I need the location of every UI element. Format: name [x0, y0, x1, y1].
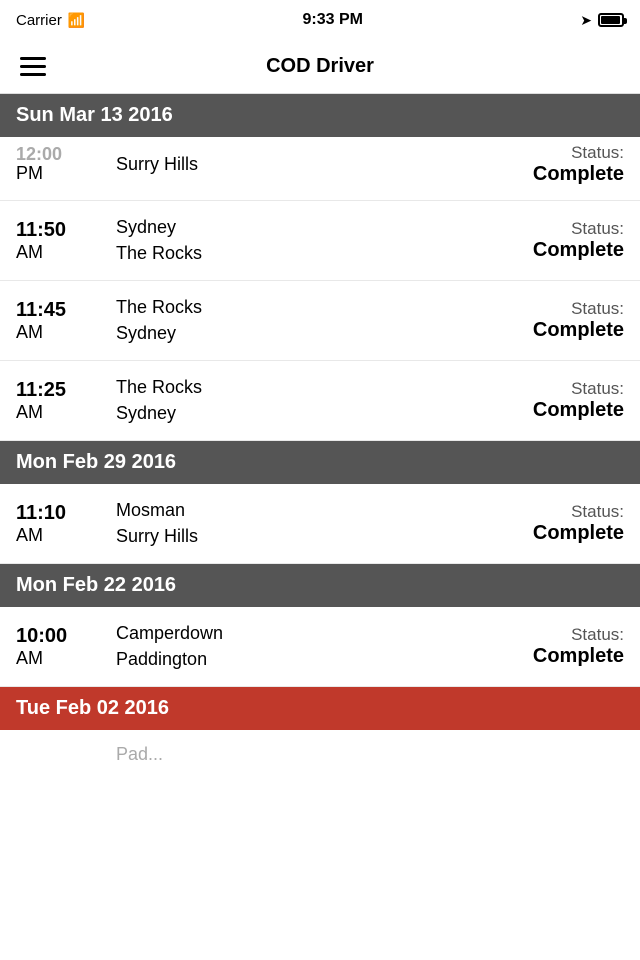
- trip-route-bottom-partial: Pad...: [106, 744, 624, 765]
- hamburger-line-3: [20, 73, 46, 76]
- battery-icon: [598, 13, 624, 27]
- time-ampm-1145: AM: [16, 322, 106, 343]
- status-label-1110: Status:: [533, 502, 624, 522]
- status-label-1150: Status:: [533, 219, 624, 239]
- status-bar-left: Carrier 📶: [16, 12, 85, 29]
- status-value-1110: Complete: [533, 522, 624, 545]
- status-label-1000: Status:: [533, 625, 624, 645]
- time-ampm-partial: PM: [16, 163, 106, 184]
- trip-row-1125[interactable]: 11:25 AM The Rocks Sydney Status: Comple…: [0, 361, 640, 441]
- trip-row-1110[interactable]: 11:10 AM Mosman Surry Hills Status: Comp…: [0, 484, 640, 564]
- trip-destination-partial: Surry Hills: [116, 152, 523, 177]
- trip-status-partial: Status: Complete: [533, 143, 624, 186]
- time-main-1110: 11:10: [16, 502, 106, 525]
- trip-status-1150: Status: Complete: [533, 219, 624, 262]
- time-ampm-1000: AM: [16, 648, 106, 669]
- time-ampm-1150: AM: [16, 242, 106, 263]
- trip-to-1150: The Rocks: [116, 241, 523, 266]
- trip-partial-time: 12:00 PM: [16, 145, 106, 184]
- status-label-partial: Status:: [533, 143, 624, 163]
- time-main-1145: 11:45: [16, 299, 106, 322]
- hamburger-line-2: [20, 65, 46, 68]
- trip-to-1110: Surry Hills: [116, 524, 523, 549]
- trip-time-1125: 11:25 AM: [16, 379, 106, 423]
- status-label-1145: Status:: [533, 299, 624, 319]
- trip-row-1000[interactable]: 10:00 AM Camperdown Paddington Status: C…: [0, 607, 640, 687]
- hamburger-line-1: [20, 57, 46, 60]
- trip-row-1150[interactable]: 11:50 AM Sydney The Rocks Status: Comple…: [0, 201, 640, 281]
- trip-to-1125: Sydney: [116, 401, 523, 426]
- trip-from-1110: Mosman: [116, 498, 523, 523]
- app-header: COD Driver: [0, 40, 640, 94]
- trip-from-1145: The Rocks: [116, 295, 523, 320]
- wifi-icon: 📶: [68, 12, 85, 29]
- trip-route-partial: Surry Hills: [106, 152, 533, 177]
- trip-status-1125: Status: Complete: [533, 379, 624, 422]
- status-value-1000: Complete: [533, 645, 624, 668]
- trip-route-1150: Sydney The Rocks: [106, 215, 533, 265]
- date-header-mon-feb-29: Mon Feb 29 2016: [0, 441, 640, 484]
- trip-status-1110: Status: Complete: [533, 502, 624, 545]
- trip-from-1125: The Rocks: [116, 375, 523, 400]
- trip-route-1125: The Rocks Sydney: [106, 375, 533, 425]
- menu-button[interactable]: [16, 53, 50, 80]
- trip-status-1000: Status: Complete: [533, 625, 624, 668]
- trip-route-1145: The Rocks Sydney: [106, 295, 533, 345]
- trip-from-1000: Camperdown: [116, 621, 523, 646]
- time-main-1125: 11:25: [16, 379, 106, 402]
- trip-to-1145: Sydney: [116, 321, 523, 346]
- carrier-label: Carrier: [16, 12, 62, 29]
- time-main-1000: 10:00: [16, 625, 106, 648]
- time-main-1150: 11:50: [16, 219, 106, 242]
- status-value-partial: Complete: [533, 163, 624, 186]
- status-bar-time: 9:33 PM: [303, 11, 363, 29]
- status-label-1125: Status:: [533, 379, 624, 399]
- status-value-1125: Complete: [533, 399, 624, 422]
- time-partial-top: 12:00: [16, 145, 106, 163]
- date-header-mon-feb-22: Mon Feb 22 2016: [0, 564, 640, 607]
- trip-time-1000: 10:00 AM: [16, 625, 106, 669]
- trip-time-1110: 11:10 AM: [16, 502, 106, 546]
- date-header-tue-feb-02: Tue Feb 02 2016: [0, 687, 640, 730]
- trip-row-bottom-partial[interactable]: Pad...: [0, 730, 640, 770]
- status-value-1145: Complete: [533, 319, 624, 342]
- header-title: COD Driver: [266, 55, 374, 78]
- status-bar: Carrier 📶 9:33 PM ➤: [0, 0, 640, 40]
- trip-route-1000: Camperdown Paddington: [106, 621, 533, 671]
- trip-route-1110: Mosman Surry Hills: [106, 498, 533, 548]
- time-ampm-1110: AM: [16, 525, 106, 546]
- date-header-sun-mar-13: Sun Mar 13 2016: [0, 94, 640, 137]
- time-ampm-1125: AM: [16, 402, 106, 423]
- trip-to-1000: Paddington: [116, 647, 523, 672]
- location-icon: ➤: [580, 12, 592, 29]
- trip-status-1145: Status: Complete: [533, 299, 624, 342]
- trip-row-1145[interactable]: 11:45 AM The Rocks Sydney Status: Comple…: [0, 281, 640, 361]
- trip-row-partial-top[interactable]: 12:00 PM Surry Hills Status: Complete: [0, 137, 640, 201]
- status-bar-right: ➤: [580, 12, 624, 29]
- status-value-1150: Complete: [533, 239, 624, 262]
- trip-time-1145: 11:45 AM: [16, 299, 106, 343]
- trip-partial-destination: Pad...: [116, 744, 614, 765]
- trip-from-1150: Sydney: [116, 215, 523, 240]
- trip-time-1150: 11:50 AM: [16, 219, 106, 263]
